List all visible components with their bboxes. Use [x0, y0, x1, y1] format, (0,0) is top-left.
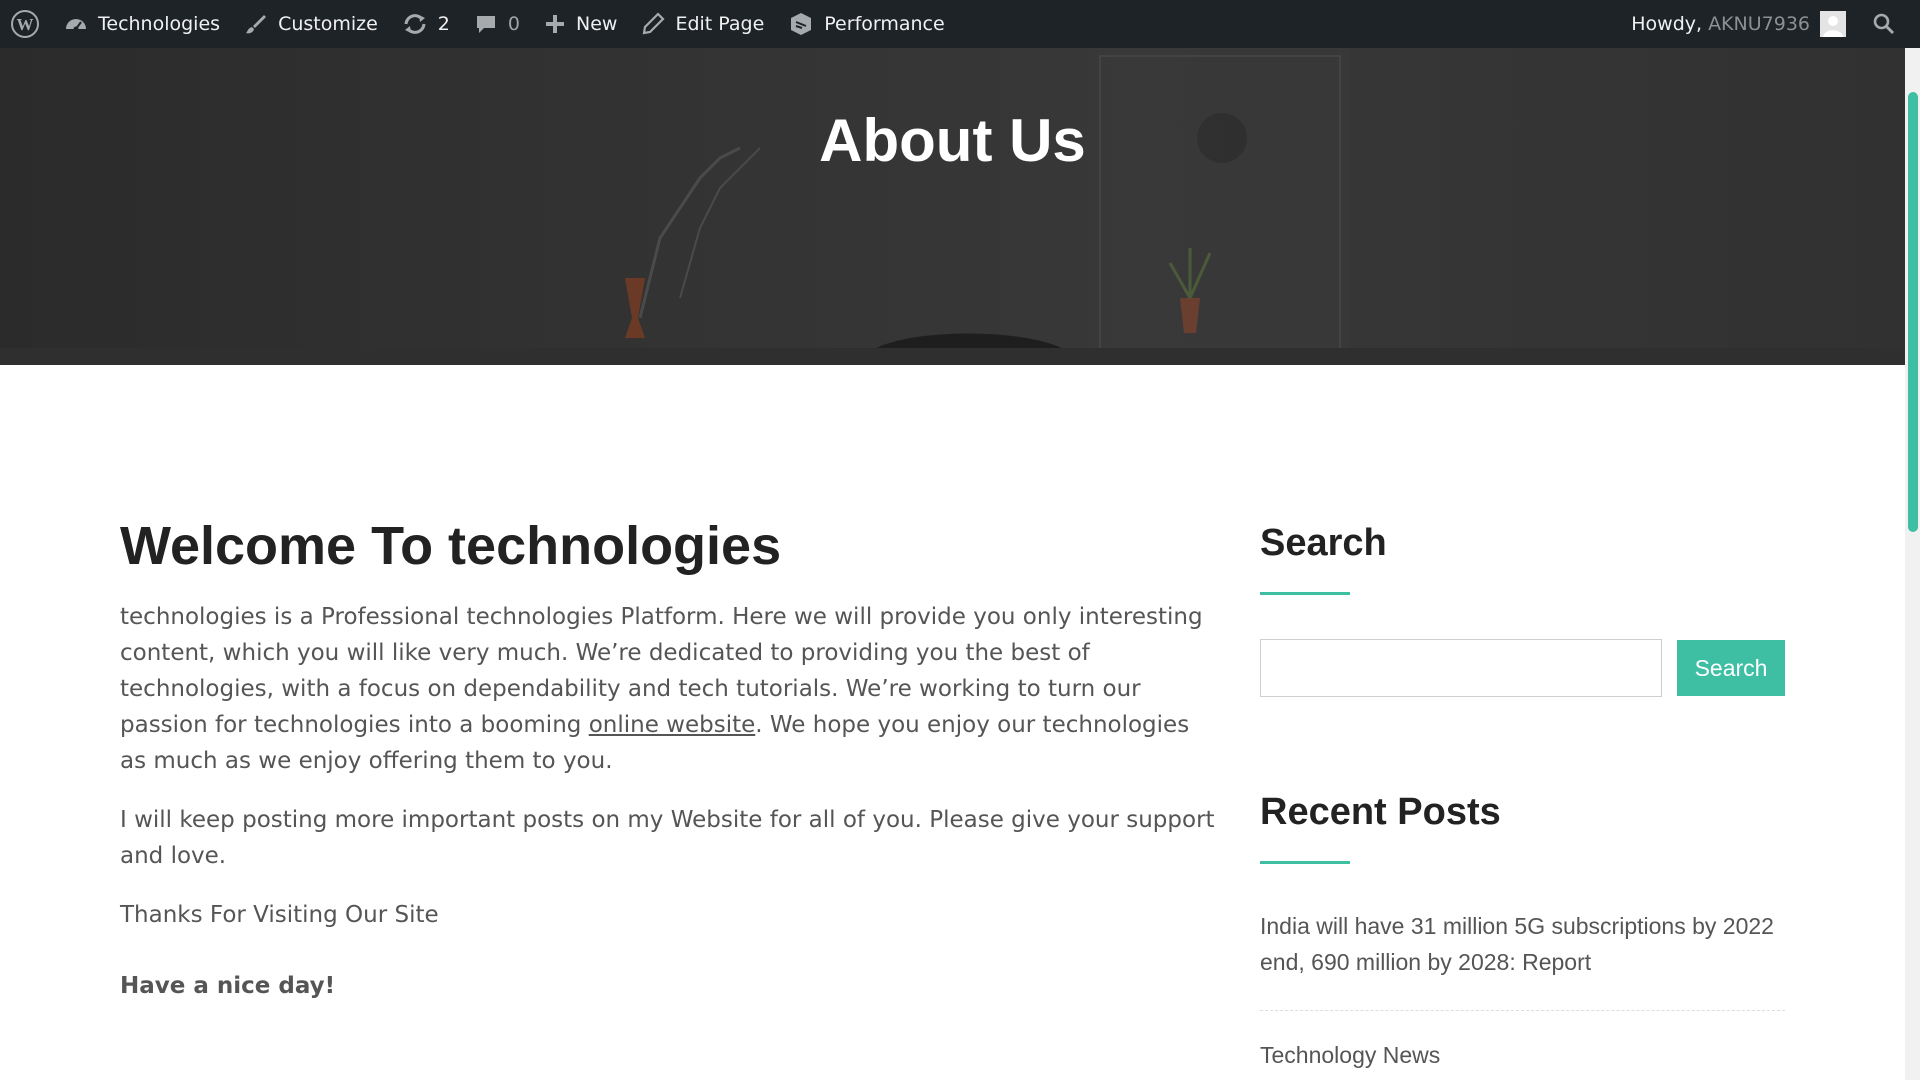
brush-icon — [244, 12, 268, 36]
avatar-icon — [1820, 11, 1846, 37]
admin-bar: W Technologies Customize 2 0 New Edit Pa… — [0, 0, 1920, 48]
support-paragraph: I will keep posting more important posts… — [120, 807, 1215, 869]
customize-link[interactable]: Customize — [232, 0, 390, 48]
sidebar: Search Search Recent Posts India will ha… — [1260, 520, 1785, 1073]
search-widget-title: Search — [1260, 522, 1387, 564]
scrollbar-thumb[interactable] — [1908, 92, 1918, 532]
comments-count: 0 — [507, 13, 520, 35]
site-name-menu[interactable]: Technologies — [52, 0, 232, 48]
performance-menu[interactable]: Performance — [776, 0, 956, 48]
my-account-menu[interactable]: Howdy, AKNU7936 — [1619, 0, 1858, 48]
dashboard-icon — [64, 12, 88, 36]
svg-text:W: W — [17, 15, 34, 34]
nice-day-paragraph: Have a nice day! — [120, 973, 336, 999]
customize-label: Customize — [278, 13, 378, 35]
edit-page-label: Edit Page — [675, 13, 765, 35]
new-content-menu[interactable]: New — [532, 0, 629, 48]
page-scrollbar[interactable] — [1905, 48, 1920, 1080]
page-title: About Us — [819, 107, 1086, 174]
recent-posts-title: Recent Posts — [1260, 791, 1501, 833]
edit-page-link[interactable]: Edit Page — [629, 0, 776, 48]
online-website-link[interactable]: online website — [589, 712, 756, 738]
pencil-icon — [641, 12, 665, 36]
admin-search-button[interactable] — [1858, 0, 1920, 48]
plus-icon — [544, 13, 566, 35]
admin-bar-secondary: Howdy, AKNU7936 — [1619, 0, 1920, 48]
wordpress-logo-icon: W — [10, 9, 40, 39]
howdy-label: Howdy, — [1631, 13, 1703, 35]
recent-post-link[interactable]: Technology News — [1260, 1037, 1785, 1073]
thanks-paragraph: Thanks For Visiting Our Site — [120, 902, 439, 928]
search-icon — [1872, 12, 1896, 36]
content-heading: Welcome To technologies — [120, 516, 782, 576]
site-name-label: Technologies — [98, 13, 221, 35]
search-button[interactable]: Search — [1677, 640, 1785, 696]
search-title-underline — [1260, 592, 1350, 595]
recent-posts-widget: Recent Posts India will have 31 million … — [1260, 789, 1785, 1073]
page: W Technologies Customize 2 0 New Edit Pa… — [0, 0, 1920, 1080]
new-label: New — [575, 13, 618, 35]
updates-link[interactable]: 2 — [390, 0, 462, 48]
updates-icon — [402, 12, 428, 36]
wordpress-menu[interactable]: W — [0, 0, 52, 48]
search-widget: Search Search — [1260, 520, 1785, 697]
search-input[interactable] — [1260, 639, 1662, 697]
performance-label: Performance — [824, 13, 945, 35]
page-hero-banner: About Us — [0, 48, 1905, 365]
recent-posts-title-underline — [1260, 861, 1350, 864]
hero-background-image — [0, 48, 1905, 365]
username-label: AKNU7936 — [1708, 13, 1810, 35]
comments-link[interactable]: 0 — [462, 0, 532, 48]
performance-icon — [788, 11, 814, 37]
search-form: Search — [1260, 639, 1785, 697]
intro-paragraph: technologies is a Professional technolog… — [120, 599, 1220, 779]
page-content: Welcome To technologies technologies is … — [120, 515, 1220, 1027]
updates-count: 2 — [437, 13, 450, 35]
comment-icon — [474, 12, 498, 36]
recent-post-link[interactable]: India will have 31 million 5G subscripti… — [1260, 908, 1785, 1011]
